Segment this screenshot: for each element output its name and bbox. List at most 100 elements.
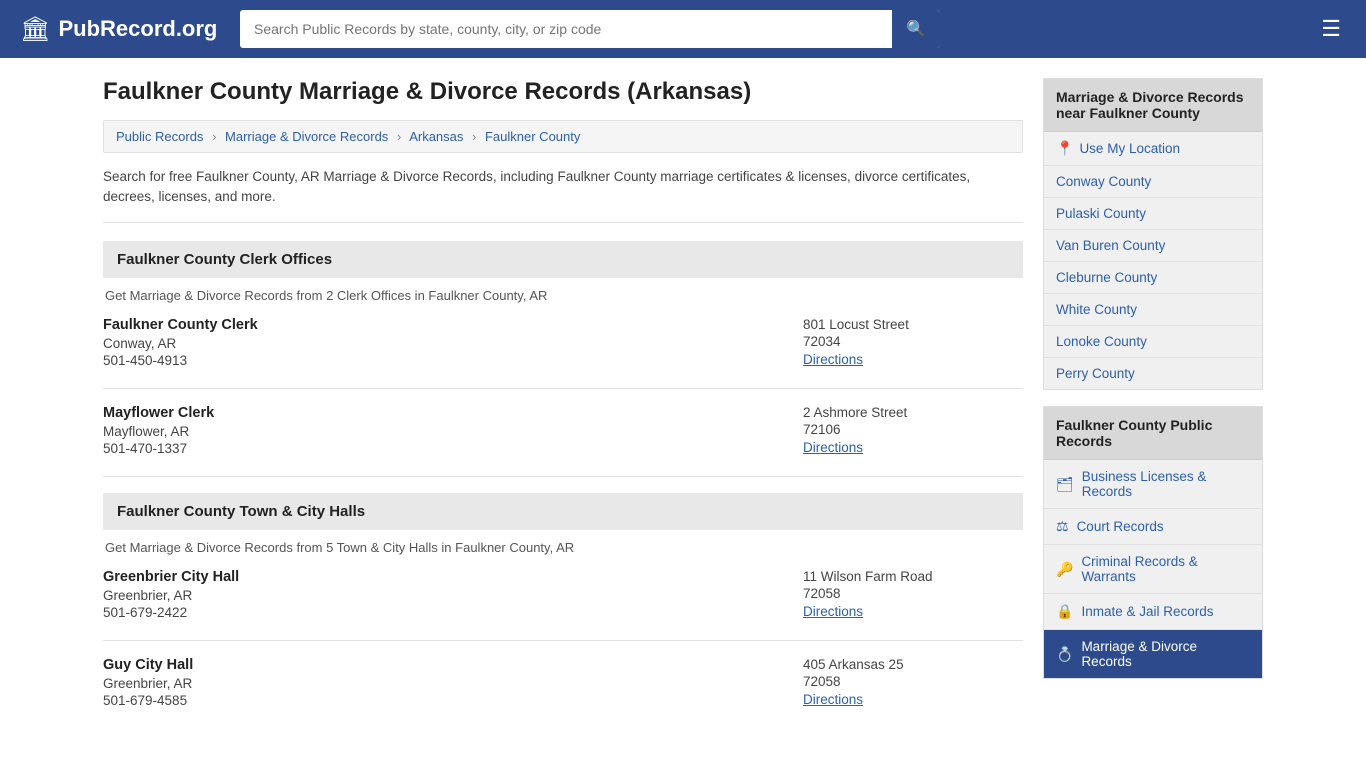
list-item: White County: [1044, 294, 1262, 326]
office-address-mayflower: 2 Ashmore Street 72106 Directions: [803, 405, 1023, 456]
office-city: Conway, AR: [103, 336, 803, 351]
use-my-location[interactable]: 📍 Use My Location: [1044, 132, 1262, 166]
county-link-vanburen[interactable]: Van Buren County: [1044, 230, 1262, 261]
office-city: Greenbrier, AR: [103, 676, 803, 691]
list-item-inmate: 🔒 Inmate & Jail Records: [1044, 594, 1262, 630]
building-icon: 🏛: [20, 15, 50, 44]
office-city: Greenbrier, AR: [103, 588, 803, 603]
list-item-criminal: 🔑 Criminal Records & Warrants: [1044, 545, 1262, 594]
list-item: Van Buren County: [1044, 230, 1262, 262]
office-info-mayflower: Mayflower Clerk Mayflower, AR 501-470-13…: [103, 405, 803, 456]
scales-icon: ⚖: [1056, 518, 1069, 535]
office-name: Greenbrier City Hall: [103, 569, 803, 585]
office-info-guy: Guy City Hall Greenbrier, AR 501-679-458…: [103, 657, 803, 708]
breadcrumb-link-public-records[interactable]: Public Records: [116, 129, 203, 144]
record-link-court[interactable]: ⚖ Court Records: [1044, 509, 1262, 544]
office-info-greenbrier: Greenbrier City Hall Greenbrier, AR 501-…: [103, 569, 803, 620]
office-zip: 72058: [803, 674, 1023, 689]
page-description: Search for free Faulkner County, AR Marr…: [103, 167, 1023, 223]
office-phone: 501-679-4585: [103, 693, 803, 708]
record-label-marriage: Marriage & Divorce Records: [1081, 639, 1250, 669]
county-link-conway[interactable]: Conway County: [1044, 166, 1262, 197]
nearby-counties-box: Marriage & Divorce Records near Faulkner…: [1043, 78, 1263, 390]
record-link-marriage[interactable]: 💍 Marriage & Divorce Records: [1044, 630, 1262, 678]
public-records-list: 🗂 Business Licenses & Records ⚖ Court Re…: [1044, 460, 1262, 678]
list-item-court: ⚖ Court Records: [1044, 509, 1262, 545]
office-address-greenbrier: 11 Wilson Farm Road 72058 Directions: [803, 569, 1023, 620]
office-card-guy: Guy City Hall Greenbrier, AR 501-679-458…: [103, 657, 1023, 708]
record-link-criminal[interactable]: 🔑 Criminal Records & Warrants: [1044, 545, 1262, 593]
directions-link-faulkner-clerk[interactable]: Directions: [803, 352, 863, 367]
office-name: Faulkner County Clerk: [103, 317, 803, 333]
office-address-guy: 405 Arkansas 25 72058 Directions: [803, 657, 1023, 708]
county-link-perry[interactable]: Perry County: [1044, 358, 1262, 389]
office-phone: 501-470-1337: [103, 441, 803, 456]
office-city: Mayflower, AR: [103, 424, 803, 439]
location-pin-icon: 📍: [1056, 140, 1073, 157]
office-card-mayflower: Mayflower Clerk Mayflower, AR 501-470-13…: [103, 405, 1023, 456]
main-container: Faulkner County Marriage & Divorce Recor…: [83, 58, 1283, 748]
clerk-offices-section-header: Faulkner County Clerk Offices: [103, 241, 1023, 278]
office-street: 2 Ashmore Street: [803, 405, 1023, 420]
breadcrumb-link-marriage[interactable]: Marriage & Divorce Records: [225, 129, 388, 144]
hamburger-icon: ☰: [1321, 16, 1341, 41]
office-name: Mayflower Clerk: [103, 405, 803, 421]
record-label-court: Court Records: [1077, 519, 1164, 534]
office-card-greenbrier: Greenbrier City Hall Greenbrier, AR 501-…: [103, 569, 1023, 620]
site-logo[interactable]: 🏛 PubRecord.org: [20, 15, 220, 44]
use-my-location-label: Use My Location: [1079, 141, 1180, 156]
office-zip: 72058: [803, 586, 1023, 601]
office-zip: 72034: [803, 334, 1023, 349]
office-card-faulkner-clerk: Faulkner County Clerk Conway, AR 501-450…: [103, 317, 1023, 368]
office-phone: 501-679-2422: [103, 605, 803, 620]
search-input[interactable]: [240, 12, 892, 46]
list-item: Perry County: [1044, 358, 1262, 389]
breadcrumb-link-faulkner[interactable]: Faulkner County: [485, 129, 580, 144]
office-divider-3: [103, 640, 1023, 641]
menu-button[interactable]: ☰: [1316, 11, 1346, 47]
main-content: Faulkner County Marriage & Divorce Recor…: [103, 78, 1023, 728]
nearby-counties-title: Marriage & Divorce Records near Faulkner…: [1044, 79, 1262, 132]
county-link-white[interactable]: White County: [1044, 294, 1262, 325]
breadcrumb: Public Records › Marriage & Divorce Reco…: [103, 120, 1023, 153]
county-link-cleburne[interactable]: Cleburne County: [1044, 262, 1262, 293]
office-street: 801 Locust Street: [803, 317, 1023, 332]
page-title: Faulkner County Marriage & Divorce Recor…: [103, 78, 1023, 106]
office-street: 405 Arkansas 25: [803, 657, 1023, 672]
clerk-offices-section-desc: Get Marriage & Divorce Records from 2 Cl…: [103, 288, 1023, 303]
record-label-criminal: Criminal Records & Warrants: [1081, 554, 1250, 584]
briefcase-icon: 🗂: [1056, 476, 1074, 493]
county-link-lonoke[interactable]: Lonoke County: [1044, 326, 1262, 357]
breadcrumb-sep-2: ›: [397, 129, 401, 144]
breadcrumb-link-arkansas[interactable]: Arkansas: [409, 129, 463, 144]
office-zip: 72106: [803, 422, 1023, 437]
directions-link-greenbrier[interactable]: Directions: [803, 604, 863, 619]
office-name: Guy City Hall: [103, 657, 803, 673]
breadcrumb-sep-1: ›: [212, 129, 216, 144]
key-icon: 🔑: [1056, 561, 1073, 578]
search-icon: 🔍: [906, 19, 926, 39]
nearby-counties-list: Conway County Pulaski County Van Buren C…: [1044, 166, 1262, 389]
office-divider-1: [103, 388, 1023, 389]
list-item: Pulaski County: [1044, 198, 1262, 230]
list-item: Conway County: [1044, 166, 1262, 198]
office-street: 11 Wilson Farm Road: [803, 569, 1023, 584]
lock-icon: 🔒: [1056, 603, 1073, 620]
office-info-faulkner-clerk: Faulkner County Clerk Conway, AR 501-450…: [103, 317, 803, 368]
directions-link-guy[interactable]: Directions: [803, 692, 863, 707]
search-button[interactable]: 🔍: [892, 10, 940, 48]
record-link-business[interactable]: 🗂 Business Licenses & Records: [1044, 460, 1262, 508]
list-item-business: 🗂 Business Licenses & Records: [1044, 460, 1262, 509]
record-link-inmate[interactable]: 🔒 Inmate & Jail Records: [1044, 594, 1262, 629]
county-link-pulaski[interactable]: Pulaski County: [1044, 198, 1262, 229]
list-item-marriage: 💍 Marriage & Divorce Records: [1044, 630, 1262, 678]
site-header: 🏛 PubRecord.org 🔍 ☰: [0, 0, 1366, 58]
public-records-title: Faulkner County Public Records: [1044, 407, 1262, 460]
office-address-faulkner-clerk: 801 Locust Street 72034 Directions: [803, 317, 1023, 368]
office-divider-2: [103, 476, 1023, 477]
record-label-business: Business Licenses & Records: [1082, 469, 1250, 499]
public-records-box: Faulkner County Public Records 🗂 Busines…: [1043, 406, 1263, 679]
directions-link-mayflower[interactable]: Directions: [803, 440, 863, 455]
record-label-inmate: Inmate & Jail Records: [1081, 604, 1213, 619]
sidebar: Marriage & Divorce Records near Faulkner…: [1043, 78, 1263, 728]
